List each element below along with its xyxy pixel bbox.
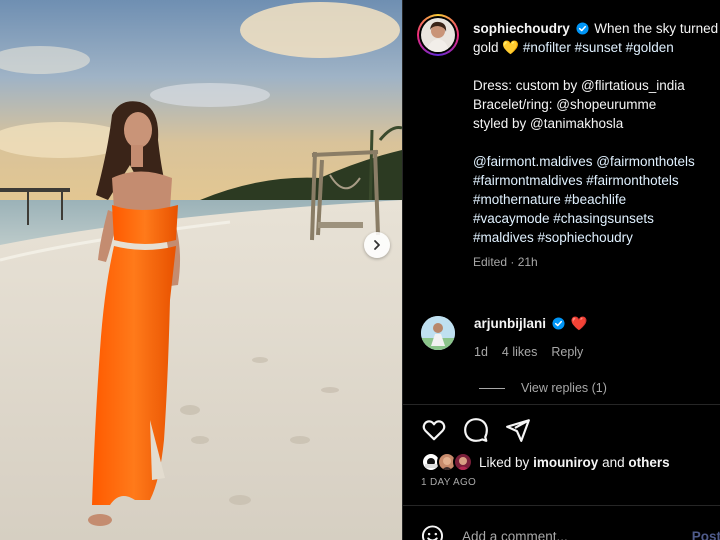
author-avatar-image <box>421 18 455 52</box>
liked-by-prefix: Liked by <box>479 454 530 470</box>
liked-by: Liked by imouniroy and others <box>421 452 670 472</box>
verified-badge-icon <box>575 22 589 35</box>
comment-body: arjunbijlani ❤️ 1d 4 likes Reply <box>474 316 714 359</box>
comment-bubble-icon[interactable] <box>463 417 489 443</box>
caption-bracelet-credit: Bracelet/ring: @shopeurumme <box>473 97 657 112</box>
verified-badge-icon <box>552 317 565 330</box>
caption-hashtags[interactable]: #nofilter #sunset #golden <box>523 40 674 55</box>
comment-box-divider <box>403 505 720 506</box>
caption-styled-credit: styled by @tanimakhosla <box>473 116 624 131</box>
chevron-right-icon <box>374 240 380 250</box>
post-date[interactable]: 1 DAY AGO <box>421 477 476 488</box>
post-photo[interactable] <box>0 0 402 540</box>
caption-dress-credit: Dress: custom by @flirtatious_india <box>473 78 685 93</box>
caption-text: sophiechoudry When the sky turned gold 💛… <box>473 19 720 272</box>
commenter-avatar[interactable] <box>421 316 455 350</box>
comment-likes[interactable]: 4 likes <box>502 345 537 359</box>
liked-by-user[interactable]: imouniroy <box>533 455 598 470</box>
comment-input[interactable] <box>461 528 692 540</box>
post-comment-button[interactable]: Post <box>692 529 720 540</box>
actions-divider <box>403 404 720 405</box>
comment-reply-button[interactable]: Reply <box>551 345 583 359</box>
caption-tags-line-3[interactable]: #mothernature #beachlife <box>473 190 720 209</box>
caption-tags-line-5[interactable]: #maldives #sophiechoudry <box>473 228 720 247</box>
action-bar <box>421 417 531 443</box>
comment-meta: 1d 4 likes Reply <box>474 345 714 359</box>
paper-plane-icon[interactable] <box>505 417 531 443</box>
caption-tags-line-4[interactable]: #vacaymode #chasingsunsets <box>473 209 720 228</box>
beach-photo <box>0 0 402 540</box>
yellow-heart-emoji: 💛 <box>502 40 520 55</box>
caption-username[interactable]: sophiechoudry <box>473 21 570 36</box>
heart-icon[interactable] <box>421 417 447 443</box>
commenter-avatar-image <box>421 316 455 350</box>
add-comment-bar: Post <box>421 524 720 540</box>
comment-age[interactable]: 1d <box>474 345 488 359</box>
liked-by-conj: and <box>602 454 625 470</box>
liked-by-others[interactable]: others <box>628 455 669 470</box>
smiley-icon[interactable] <box>421 524 444 540</box>
comment-text: ❤️ <box>570 316 588 331</box>
post-side-panel: sophiechoudry When the sky turned gold 💛… <box>402 0 720 540</box>
caption-tags-line-2[interactable]: #fairmontmaldives #fairmonthotels <box>473 171 720 190</box>
liker-avatars[interactable] <box>421 452 475 472</box>
author-avatar[interactable] <box>417 14 459 56</box>
caption-edited-time: Edited · 21h <box>473 255 538 269</box>
view-replies-label: View replies (1) <box>521 381 607 395</box>
view-replies-button[interactable]: View replies (1) <box>479 381 607 395</box>
caption-tags-line-1[interactable]: @fairmont.maldives @fairmonthotels <box>473 152 720 171</box>
liker-avatar-3 <box>453 452 473 472</box>
comment-username[interactable]: arjunbijlani <box>474 316 546 331</box>
replies-divider <box>479 387 505 389</box>
next-photo-button[interactable] <box>364 232 390 258</box>
